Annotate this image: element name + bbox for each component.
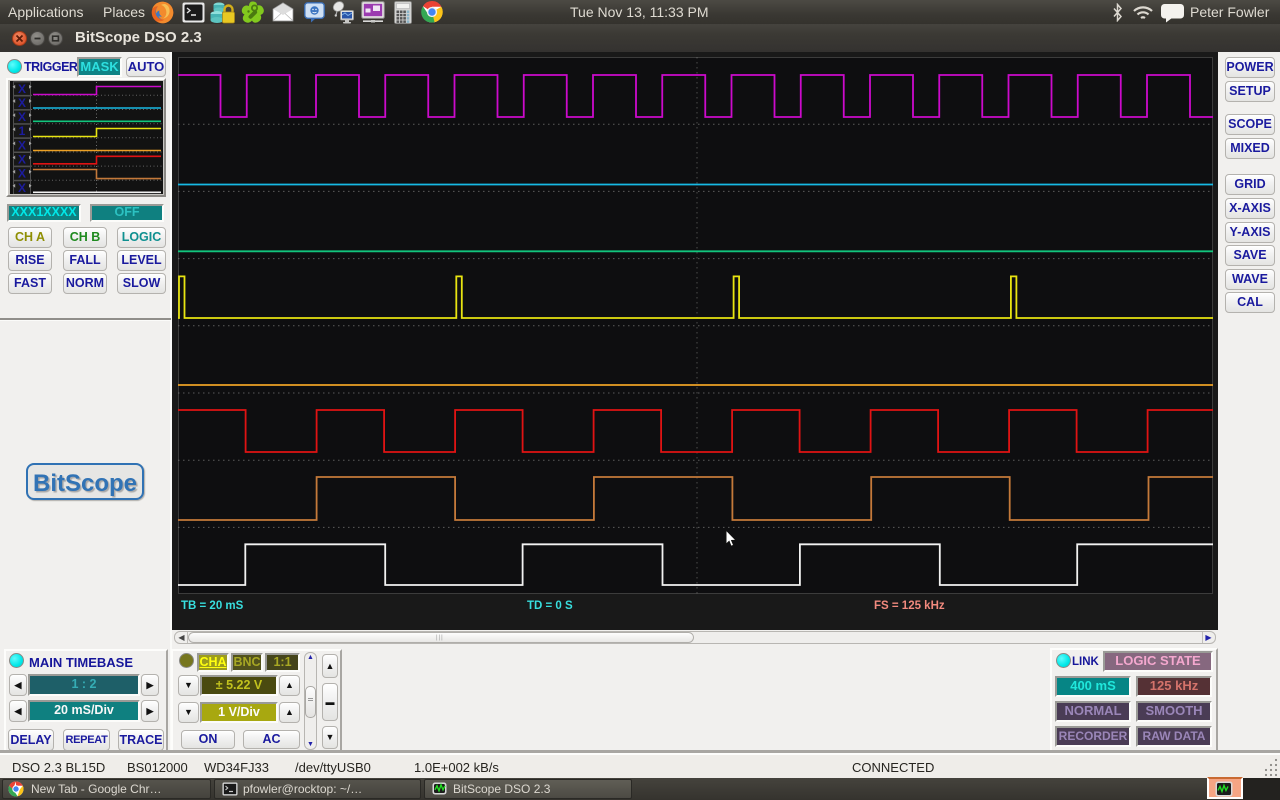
svg-text:X: X	[18, 167, 26, 181]
svg-text:X: X	[18, 82, 26, 96]
svg-text:X: X	[18, 181, 26, 194]
svg-text:X: X	[18, 153, 26, 167]
svg-text:X: X	[18, 96, 26, 110]
svg-text:X: X	[18, 138, 26, 152]
svg-text:1: 1	[19, 124, 26, 138]
svg-text:X: X	[18, 110, 26, 124]
